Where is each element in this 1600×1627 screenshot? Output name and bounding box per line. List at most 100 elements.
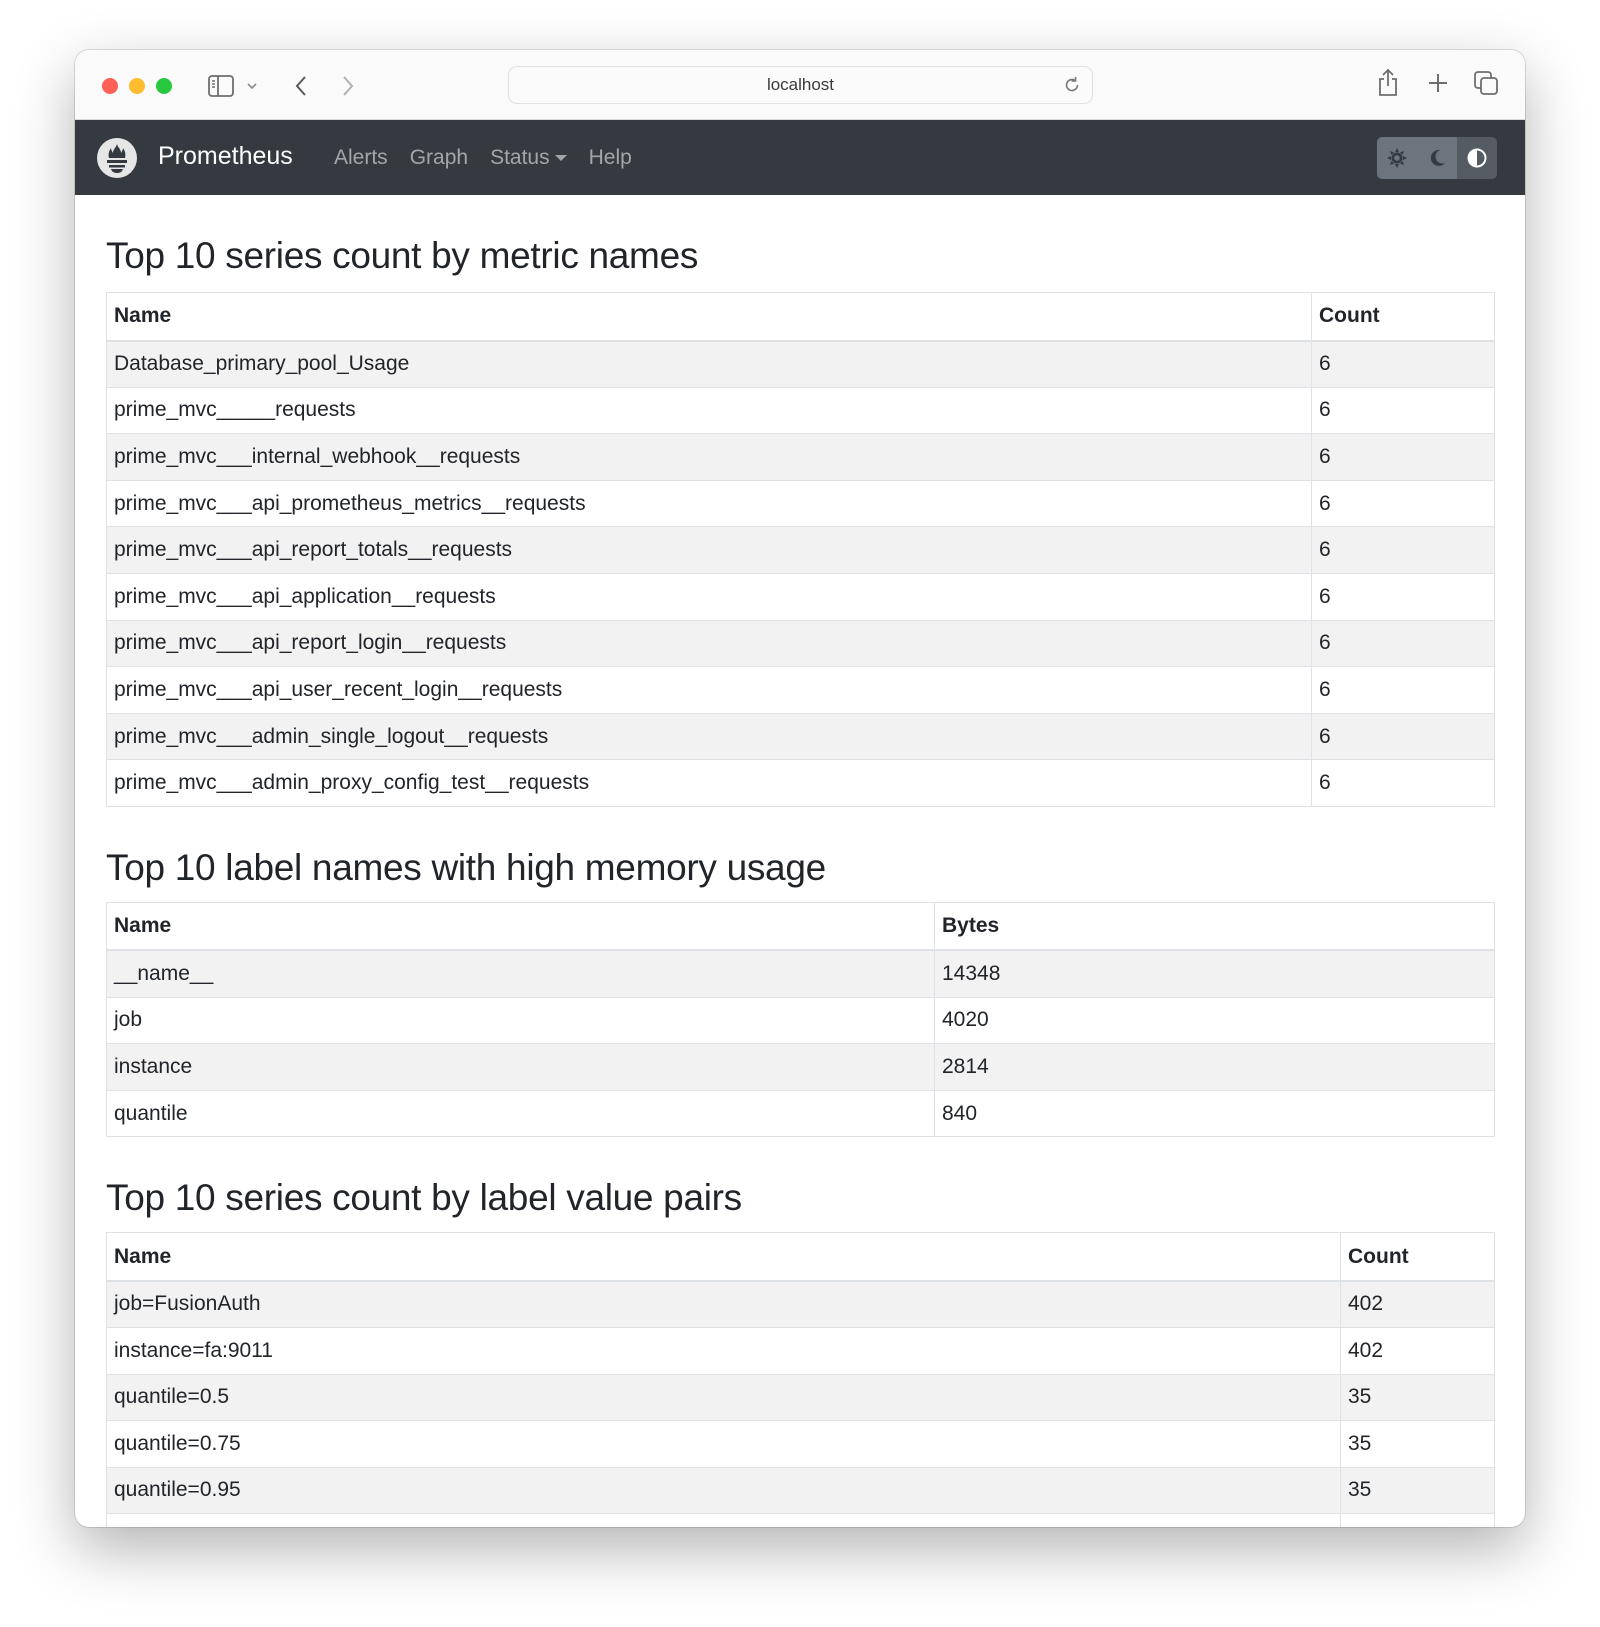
brand-title[interactable]: Prometheus <box>158 142 293 171</box>
label-memory-table: Name Bytes __name__ 14348 job 4020 instanc… <box>106 901 1495 1138</box>
table-row: prime_mvc___admin_proxy_config_test__req… <box>106 759 1495 807</box>
table-row: quantile=0.75 35 <box>106 1420 1495 1468</box>
cell-count: 6 <box>1311 526 1495 574</box>
table-row: prime_mvc___api_prometheus_metrics__requ… <box>106 479 1495 528</box>
table-row: prime_mvc___admin_single_logout__request… <box>106 712 1495 761</box>
cell-count: 6 <box>1311 340 1495 388</box>
theme-dark-button[interactable] <box>1417 137 1457 179</box>
section-title: Top 10 label names with high memory usag… <box>106 846 826 888</box>
back-icon[interactable] <box>290 72 312 100</box>
table-row: instance 2814 <box>106 1043 1495 1091</box>
cell-count <box>1340 1513 1495 1527</box>
table-header: Name Count <box>106 1232 1495 1282</box>
address-bar[interactable]: localhost <box>508 66 1093 104</box>
cell-count: 6 <box>1311 619 1495 668</box>
forward-icon[interactable] <box>337 72 359 100</box>
section-label-memory: Top 10 label names with high memory usag… <box>106 846 1495 1138</box>
page-content: Top 10 series count by metric names Name… <box>75 195 1525 1527</box>
table-row: __name__ 14348 <box>106 949 1495 998</box>
cell-name: prime_mvc___api_user_recent_login__reque… <box>106 666 1312 714</box>
table-row: job=FusionAuth 402 <box>106 1280 1495 1328</box>
cell-name: prime_mvc___admin_proxy_config_test__req… <box>106 759 1312 807</box>
table-row: quantile 840 <box>106 1089 1495 1138</box>
cell-name: prime_mvc___api_application__requests <box>106 572 1312 621</box>
cell-name: quantile=0.95 <box>106 1466 1341 1515</box>
column-header-bytes: Bytes <box>934 901 1495 952</box>
cell-count: 35 <box>1340 1373 1495 1422</box>
plus-icon[interactable] <box>1425 68 1451 98</box>
nav-status-dropdown[interactable]: Status <box>490 146 567 170</box>
nav-links: Alerts Graph Status Help <box>334 146 632 170</box>
cell-name: instance <box>106 1043 935 1091</box>
contrast-icon <box>1467 148 1487 168</box>
column-header-name: Name <box>106 292 1312 342</box>
table-header: Name Bytes <box>106 901 1495 952</box>
table-row: prime_mvc_____requests 6 <box>106 386 1495 435</box>
cell-name: prime_mvc_____requests <box>106 386 1312 435</box>
minimize-window-button[interactable] <box>129 78 145 94</box>
cell-count: 402 <box>1340 1326 1495 1375</box>
cell-name: quantile=0.75 <box>106 1420 1341 1468</box>
share-icon[interactable] <box>1375 68 1401 98</box>
cell-name: prime_mvc___internal_webhook__requests <box>106 433 1312 481</box>
nav-alerts[interactable]: Alerts <box>334 146 388 170</box>
sun-icon <box>1387 148 1407 168</box>
cell-count: 6 <box>1311 759 1495 807</box>
column-header-count: Count <box>1340 1232 1495 1282</box>
cell-name: __name__ <box>106 949 935 998</box>
cell-bytes: 4020 <box>934 996 1495 1045</box>
table-row: quantile=0.5 35 <box>106 1373 1495 1422</box>
cell-count: 6 <box>1311 479 1495 528</box>
window-controls <box>102 78 172 94</box>
cell-name <box>106 1513 1341 1527</box>
nav-help[interactable]: Help <box>589 146 632 170</box>
cell-count: 6 <box>1311 386 1495 435</box>
cell-name: prime_mvc___admin_single_logout__request… <box>106 712 1312 761</box>
cell-count: 6 <box>1311 572 1495 621</box>
cell-name: instance=fa:9011 <box>106 1326 1341 1375</box>
cell-count: 35 <box>1340 1466 1495 1515</box>
cell-name: prime_mvc___api_report_login__requests <box>106 619 1312 668</box>
theme-auto-button[interactable] <box>1457 137 1497 179</box>
table-row <box>106 1513 1495 1527</box>
nav-status-label: Status <box>490 146 550 169</box>
section-title: Top 10 series count by label value pairs <box>106 1177 742 1219</box>
section-label-pairs: Top 10 series count by label value pairs… <box>106 1177 1495 1527</box>
table-row: prime_mvc___api_report_totals__requests 6 <box>106 526 1495 574</box>
section-metric-names: Top 10 series count by metric names Name… <box>106 195 1495 807</box>
cell-name: job=FusionAuth <box>106 1280 1341 1328</box>
prometheus-navbar: Prometheus Alerts Graph Status Help <box>75 120 1525 195</box>
table-row: prime_mvc___api_report_login__requests 6 <box>106 619 1495 668</box>
table-row: prime_mvc___api_user_recent_login__reque… <box>106 666 1495 714</box>
metric-names-table: Name Count Database_primary_pool_Usage 6 … <box>106 292 1495 807</box>
tabs-icon[interactable] <box>1472 68 1500 98</box>
cell-count: 6 <box>1311 433 1495 481</box>
prometheus-logo-icon[interactable] <box>97 138 137 178</box>
cell-bytes: 14348 <box>934 949 1495 998</box>
table-row: instance=fa:9011 402 <box>106 1326 1495 1375</box>
column-header-name: Name <box>106 901 935 952</box>
theme-light-button[interactable] <box>1377 137 1417 179</box>
reload-icon[interactable] <box>1062 75 1082 95</box>
table-row: prime_mvc___internal_webhook__requests 6 <box>106 433 1495 481</box>
cell-name: Database_primary_pool_Usage <box>106 340 1312 388</box>
chevron-down-icon[interactable] <box>245 72 259 100</box>
table-row: job 4020 <box>106 996 1495 1045</box>
cell-name: quantile=0.5 <box>106 1373 1341 1422</box>
browser-toolbar: localhost <box>75 50 1525 120</box>
url-text: localhost <box>766 75 835 94</box>
cell-name: quantile <box>106 1089 935 1138</box>
table-row: prime_mvc___api_application__requests 6 <box>106 572 1495 621</box>
sidebar-icon[interactable] <box>207 72 235 100</box>
cell-bytes: 2814 <box>934 1043 1495 1091</box>
cell-name: prime_mvc___api_report_totals__requests <box>106 526 1312 574</box>
zoom-window-button[interactable] <box>156 78 172 94</box>
label-pairs-table: Name Count job=FusionAuth 402 instance=fa… <box>106 1232 1495 1527</box>
cell-bytes: 840 <box>934 1089 1495 1138</box>
cell-count: 402 <box>1340 1280 1495 1328</box>
caret-down-icon <box>554 155 567 161</box>
cell-count: 6 <box>1311 712 1495 761</box>
close-window-button[interactable] <box>102 78 118 94</box>
table-row: quantile=0.95 35 <box>106 1466 1495 1515</box>
nav-graph[interactable]: Graph <box>410 146 468 170</box>
